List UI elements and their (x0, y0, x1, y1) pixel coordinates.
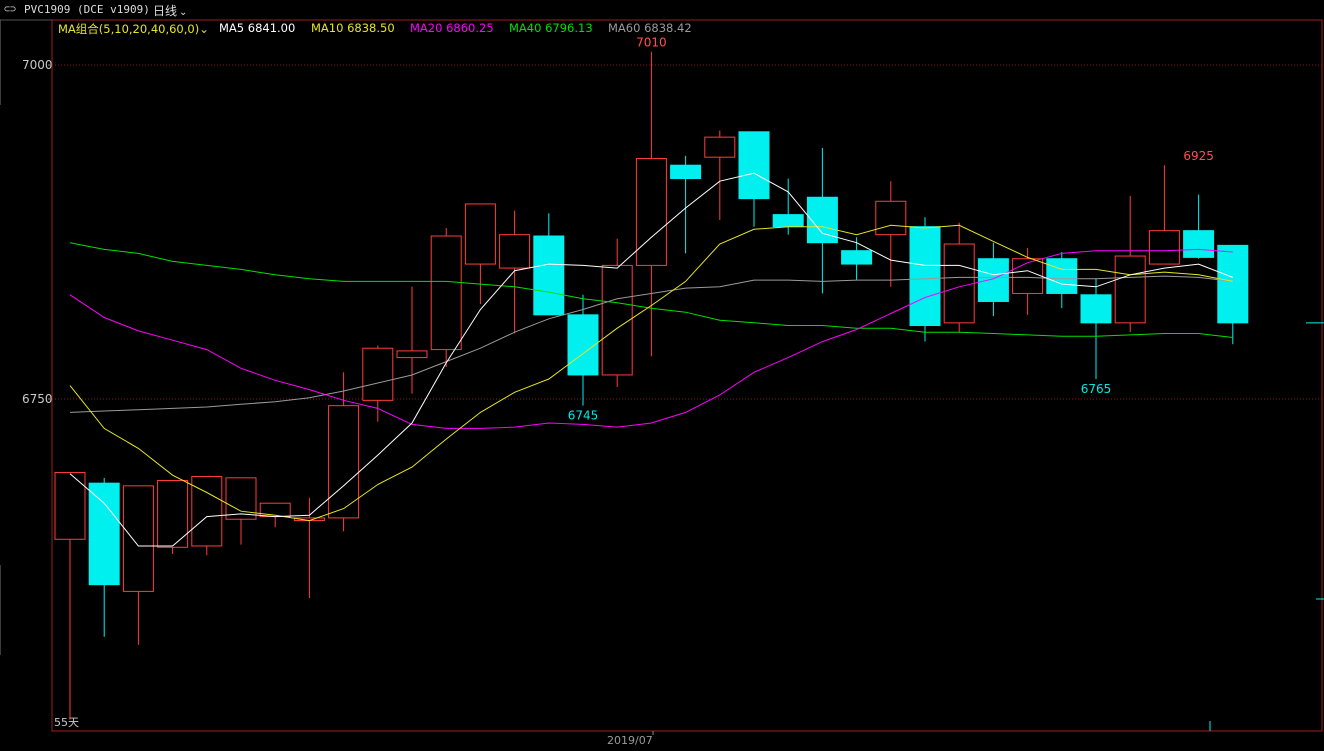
candle-body-up (430, 235, 462, 351)
candle-body-up (943, 243, 975, 324)
plot-frame (51, 19, 1323, 732)
candle-body-up (464, 203, 496, 265)
candle-body-up (1012, 258, 1044, 294)
candle-body-down (738, 131, 770, 200)
candle-body-down (1183, 230, 1215, 258)
candle-body-up (362, 347, 394, 401)
candle-body-up (1114, 255, 1146, 324)
candle-body-down (670, 164, 702, 180)
candle-body-up (635, 158, 667, 266)
candle-body-down (1217, 244, 1249, 324)
candle-body-down (88, 482, 120, 586)
candle-body-down (841, 250, 873, 265)
candle-body-up (875, 200, 907, 236)
candle-body-up (259, 502, 291, 518)
candle-body-up (499, 234, 531, 269)
candle-body-up (396, 350, 428, 359)
candlestick-chart[interactable]: 7010 6745 6765 6925 (0, 0, 1324, 751)
candle-body-up (225, 477, 257, 520)
candle-body-down (772, 214, 804, 228)
candle-body-down (567, 314, 599, 376)
candle-body-down (1080, 294, 1112, 324)
extreme-price-label: 6925 (1183, 149, 1214, 163)
candle-body-down (1046, 258, 1078, 294)
candle-body-up (704, 136, 736, 158)
extreme-price-label: 6745 (568, 409, 599, 423)
candle-body-up (122, 485, 154, 592)
candle-body-up (601, 264, 633, 376)
candle-body-down (977, 258, 1009, 302)
extreme-price-label: 7010 (636, 36, 667, 50)
candle-body-down (909, 226, 941, 327)
candle-body-up (1148, 230, 1180, 265)
candle-body-down (533, 235, 565, 316)
extreme-price-label: 6765 (1081, 382, 1112, 396)
